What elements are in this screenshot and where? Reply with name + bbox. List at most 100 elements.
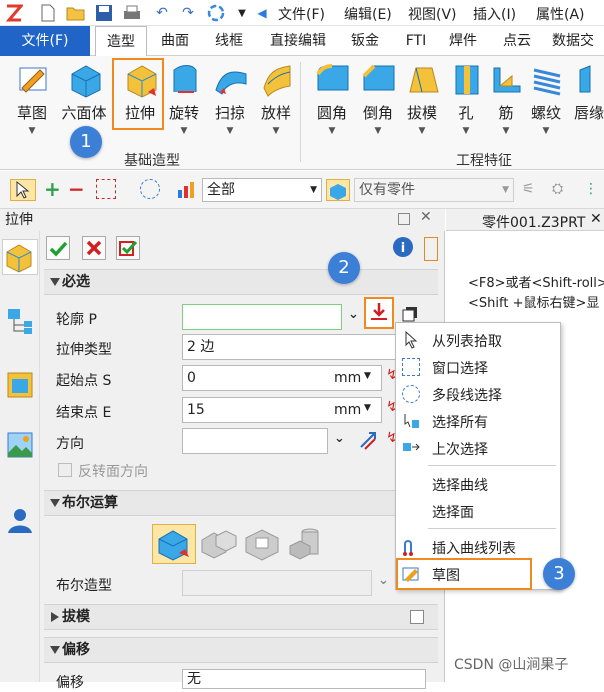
chevron-down-icon[interactable]: ▼ bbox=[364, 403, 371, 413]
tab-data-exchange[interactable]: 数据交 bbox=[552, 26, 604, 56]
add-icon[interactable]: + bbox=[44, 177, 61, 201]
menu-edit[interactable]: 编辑(E) bbox=[344, 4, 392, 24]
chevron-down-icon[interactable]: ▼ bbox=[206, 126, 254, 136]
boolean-base-button[interactable] bbox=[152, 524, 196, 564]
menu-item-select-curve[interactable]: 选择曲线 bbox=[396, 471, 562, 497]
chevron-down-icon[interactable]: ▼ bbox=[8, 126, 56, 136]
snap-icon[interactable]: ⚟ bbox=[522, 181, 544, 199]
chevron-down-icon[interactable]: ▼ bbox=[252, 126, 300, 136]
boolean-intersect-button[interactable] bbox=[286, 524, 328, 564]
info-icon[interactable]: i bbox=[392, 236, 416, 260]
box-select-icon[interactable] bbox=[96, 179, 116, 199]
save-icon[interactable] bbox=[94, 3, 114, 23]
part-filter-icon[interactable] bbox=[326, 179, 350, 201]
boolean-add-button[interactable] bbox=[198, 524, 240, 564]
menu-attributes[interactable]: 属性(A) bbox=[536, 4, 585, 24]
filter-icon[interactable] bbox=[176, 180, 196, 200]
chevron-down-icon[interactable]: ▼ bbox=[308, 126, 356, 136]
sketch-button[interactable]: 草图 ▼ bbox=[8, 60, 56, 144]
pick-options-button[interactable] bbox=[364, 297, 394, 329]
tab-sheet-metal[interactable]: 钣金 bbox=[342, 26, 388, 56]
close-icon[interactable]: ✕ bbox=[420, 209, 432, 225]
menu-file[interactable]: 文件(F) bbox=[278, 4, 325, 24]
image-icon[interactable] bbox=[6, 431, 34, 459]
part-filter-select[interactable]: 仅有零件 ▼ bbox=[354, 178, 514, 202]
history-tree-icon[interactable] bbox=[6, 307, 34, 335]
close-icon[interactable]: ✕ bbox=[590, 211, 602, 227]
undo-icon[interactable]: ↶ bbox=[152, 3, 172, 23]
display-icon[interactable]: ⛭ bbox=[552, 181, 574, 199]
tab-surface[interactable]: 曲面 bbox=[152, 26, 198, 56]
offset-select[interactable]: 无 bbox=[182, 669, 426, 689]
tab-weldment[interactable]: 焊件 bbox=[440, 26, 486, 56]
remove-icon[interactable]: − bbox=[68, 177, 85, 201]
tab-direct-edit[interactable]: 直接编辑 bbox=[262, 26, 334, 56]
lip-button[interactable]: 唇缘 bbox=[568, 60, 604, 144]
chevron-down-icon[interactable]: ▼ bbox=[232, 3, 252, 23]
menu-item-insert-curve-list[interactable]: 插入曲线列表 bbox=[396, 534, 562, 560]
menu-item-polyline-select[interactable]: 多段线选择 bbox=[396, 381, 562, 407]
new-file-icon[interactable] bbox=[38, 3, 58, 23]
filter-select[interactable]: 全部 ▼ bbox=[202, 178, 322, 202]
tab-point-cloud[interactable]: 点云 bbox=[494, 26, 540, 56]
tab-modeling[interactable]: 造型 bbox=[95, 26, 147, 57]
lasso-select-icon[interactable] bbox=[140, 179, 160, 199]
triangle-left-icon[interactable]: ◀ bbox=[252, 3, 272, 23]
chevron-down-icon[interactable]: ▼ bbox=[354, 126, 402, 136]
boolean-shape-input[interactable] bbox=[182, 570, 372, 596]
menu-item-select-face[interactable]: 选择面 bbox=[396, 498, 562, 524]
apply-button[interactable] bbox=[116, 236, 140, 260]
chevron-down-icon[interactable]: ▼ bbox=[364, 371, 371, 381]
expand-options-icon[interactable]: ⌄ bbox=[378, 573, 389, 588]
refresh-icon[interactable] bbox=[206, 3, 226, 23]
chevron-down-icon[interactable]: ▼ bbox=[398, 126, 446, 136]
extrude-type-label: 拉伸类型 bbox=[56, 342, 112, 358]
view-manager-icon[interactable] bbox=[6, 371, 34, 399]
block-icon bbox=[68, 62, 102, 98]
tab-fti[interactable]: FTI bbox=[396, 26, 436, 56]
direction-input[interactable] bbox=[182, 428, 328, 454]
chevron-down-icon[interactable]: ▼ bbox=[160, 126, 208, 136]
redo-icon[interactable]: ↷ bbox=[178, 3, 198, 23]
pin-icon[interactable] bbox=[398, 213, 410, 225]
svg-text:i: i bbox=[401, 241, 405, 256]
reverse-face-checkbox[interactable] bbox=[58, 463, 72, 477]
extrude-tool-icon[interactable] bbox=[2, 239, 38, 275]
menu-item-window-select[interactable]: 窗口选择 bbox=[396, 354, 562, 380]
expand-options-icon[interactable]: ⌄ bbox=[334, 431, 345, 446]
thread-button[interactable]: 螺纹 ▼ bbox=[522, 60, 570, 144]
tab-wireframe[interactable]: 线框 bbox=[206, 26, 252, 56]
profile-input[interactable] bbox=[182, 304, 342, 330]
menu-insert[interactable]: 插入(I) bbox=[473, 4, 516, 24]
draft-toggle-checkbox[interactable] bbox=[410, 610, 424, 624]
chevron-down-icon[interactable]: ▼ bbox=[522, 126, 570, 136]
grid-icon[interactable]: ⋮ bbox=[584, 181, 604, 199]
document-tab[interactable]: 零件001.Z3PRT bbox=[482, 212, 585, 232]
extrude-type-select[interactable]: 2 边 bbox=[182, 334, 396, 360]
section-offset[interactable]: 偏移 bbox=[44, 637, 438, 663]
select-pointer-icon[interactable] bbox=[10, 179, 36, 201]
print-icon[interactable] bbox=[122, 3, 142, 23]
boolean-subtract-button[interactable] bbox=[242, 524, 284, 564]
section-draft[interactable]: 拔模 bbox=[44, 604, 438, 630]
cancel-button[interactable] bbox=[82, 236, 106, 260]
tab-file[interactable]: 文件(F) bbox=[0, 26, 90, 56]
menu-item-previous-selection[interactable]: 上次选择 bbox=[396, 435, 562, 461]
user-icon[interactable] bbox=[6, 507, 34, 535]
app-logo-icon[interactable] bbox=[4, 3, 24, 23]
menu-view[interactable]: 视图(V) bbox=[408, 4, 457, 24]
menu-item-select-all[interactable]: 选择所有 bbox=[396, 408, 562, 434]
help-doc-icon[interactable] bbox=[424, 237, 438, 261]
copy-icon[interactable] bbox=[402, 306, 418, 322]
open-folder-icon[interactable] bbox=[66, 3, 86, 23]
section-required[interactable]: 必选 bbox=[44, 269, 438, 295]
start-unit: mm bbox=[334, 370, 362, 386]
expand-options-icon[interactable]: ⌄ bbox=[348, 307, 359, 322]
ok-button[interactable] bbox=[46, 236, 70, 260]
extrude-panel: 拉伸 ✕ i 必选 轮廓 P ⌄ 拉伸类型 2 边 起始点 S 0 mm ▼ ↯… bbox=[0, 209, 445, 691]
section-boolean[interactable]: 布尔运算 bbox=[44, 490, 438, 516]
menu-separator bbox=[428, 528, 556, 529]
menu-item-pick-from-list[interactable]: 从列表拾取 bbox=[396, 327, 562, 353]
loft-button[interactable]: 放样 ▼ bbox=[252, 60, 300, 144]
reverse-direction-icon[interactable] bbox=[358, 429, 378, 451]
